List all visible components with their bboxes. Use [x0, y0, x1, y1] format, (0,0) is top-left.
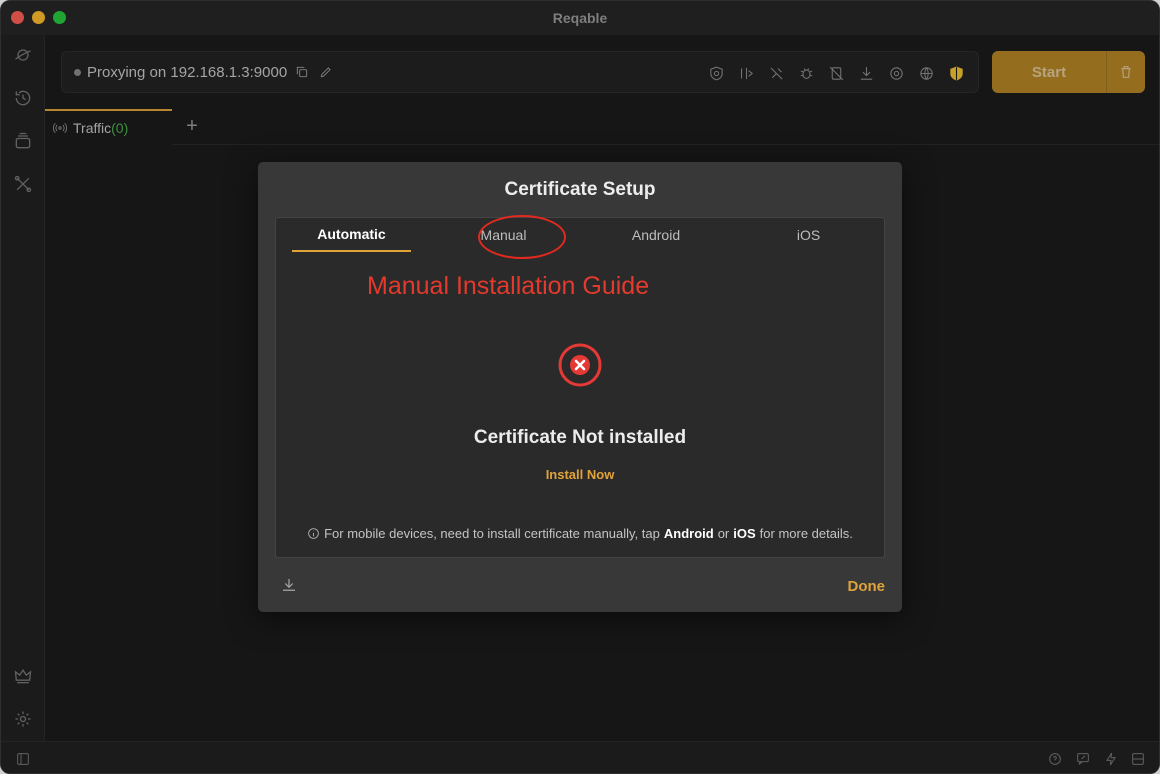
install-now-link[interactable]: Install Now — [276, 467, 884, 482]
add-tab-button[interactable]: + — [180, 114, 204, 138]
minimize-window-button[interactable] — [32, 11, 45, 24]
done-button[interactable]: Done — [848, 578, 886, 595]
proxy-status-text: Proxying on 192.168.1.3:9000 — [87, 63, 288, 81]
settings-gear-icon[interactable] — [12, 708, 34, 730]
status-bar — [1, 741, 1159, 773]
edit-pencil-icon[interactable] — [317, 63, 335, 81]
antenna-icon — [53, 123, 67, 133]
certificate-warning-shield-icon[interactable] — [946, 63, 966, 83]
info-icon — [308, 528, 319, 539]
crown-icon[interactable] — [12, 665, 34, 687]
error-x-icon — [557, 342, 603, 388]
tab-traffic[interactable]: Traffic (0) — [45, 109, 172, 145]
download-icon[interactable] — [856, 63, 876, 83]
sidebar — [1, 35, 45, 741]
tab-automatic[interactable]: Automatic — [292, 218, 411, 252]
status-dot — [74, 68, 81, 76]
feedback-icon[interactable] — [1074, 750, 1092, 768]
throttle-gauge-icon[interactable] — [886, 63, 906, 83]
history-icon[interactable] — [12, 87, 34, 109]
toolbar-icons — [706, 63, 966, 83]
copy-icon[interactable] — [293, 63, 311, 81]
global-network-icon[interactable] — [916, 63, 936, 83]
ssl-shield-icon[interactable] — [706, 63, 726, 83]
dialog-title: Certificate Setup — [504, 179, 656, 200]
dialog-panel: Automatic Manual Android iOS Manual Inst… — [275, 215, 885, 558]
certificate-setup-dialog: Certificate Setup Automatic Manual Andro… — [258, 162, 902, 612]
window-title: Reqable — [552, 10, 608, 26]
hint-android: Android — [663, 526, 714, 541]
tab-traffic-label: Traffic — [73, 120, 112, 136]
certificate-status-text: Certificate Not installed — [473, 427, 687, 448]
tab-traffic-count: (0) — [111, 120, 129, 136]
rewrite-off-icon[interactable] — [766, 63, 786, 83]
tools-icon[interactable] — [12, 173, 34, 195]
tab-android[interactable]: Android — [606, 218, 706, 252]
hint-suffix: for more details. — [759, 526, 853, 541]
hint-or: or — [717, 526, 730, 541]
toggle-sidebar-icon[interactable] — [14, 750, 32, 768]
tab-ios[interactable]: iOS — [766, 218, 851, 252]
close-window-button[interactable] — [11, 11, 24, 24]
mobile-hint: For mobile devices, need to install cert… — [276, 526, 884, 541]
proxy-status-bar: Proxying on 192.168.1.3:9000 — [61, 51, 979, 93]
layout-panel-icon[interactable] — [1129, 750, 1147, 768]
install-now-label[interactable]: Install Now — [546, 467, 615, 482]
window-controls — [11, 11, 66, 24]
mirror-off-icon[interactable] — [826, 63, 846, 83]
breakpoint-icon[interactable] — [736, 63, 756, 83]
hint-prefix: For mobile devices, need to install cert… — [324, 526, 660, 541]
hint-ios: iOS — [733, 526, 756, 541]
collections-icon[interactable] — [12, 130, 34, 152]
trash-icon[interactable] — [1107, 51, 1145, 93]
download-certificate-icon[interactable] — [280, 576, 298, 594]
zoom-window-button[interactable] — [53, 11, 66, 24]
planet-icon[interactable] — [12, 44, 34, 66]
annotation-text: Manual Installation Guide — [367, 272, 650, 300]
lightning-icon[interactable] — [1102, 750, 1120, 768]
bug-script-icon[interactable] — [796, 63, 816, 83]
tab-bar: Traffic (0) + — [45, 109, 1159, 145]
titlebar: Reqable — [1, 1, 1159, 35]
start-button[interactable]: Start — [992, 51, 1145, 93]
start-button-label[interactable]: Start — [992, 51, 1107, 93]
annotation-circle — [478, 215, 566, 259]
help-icon[interactable] — [1046, 750, 1064, 768]
